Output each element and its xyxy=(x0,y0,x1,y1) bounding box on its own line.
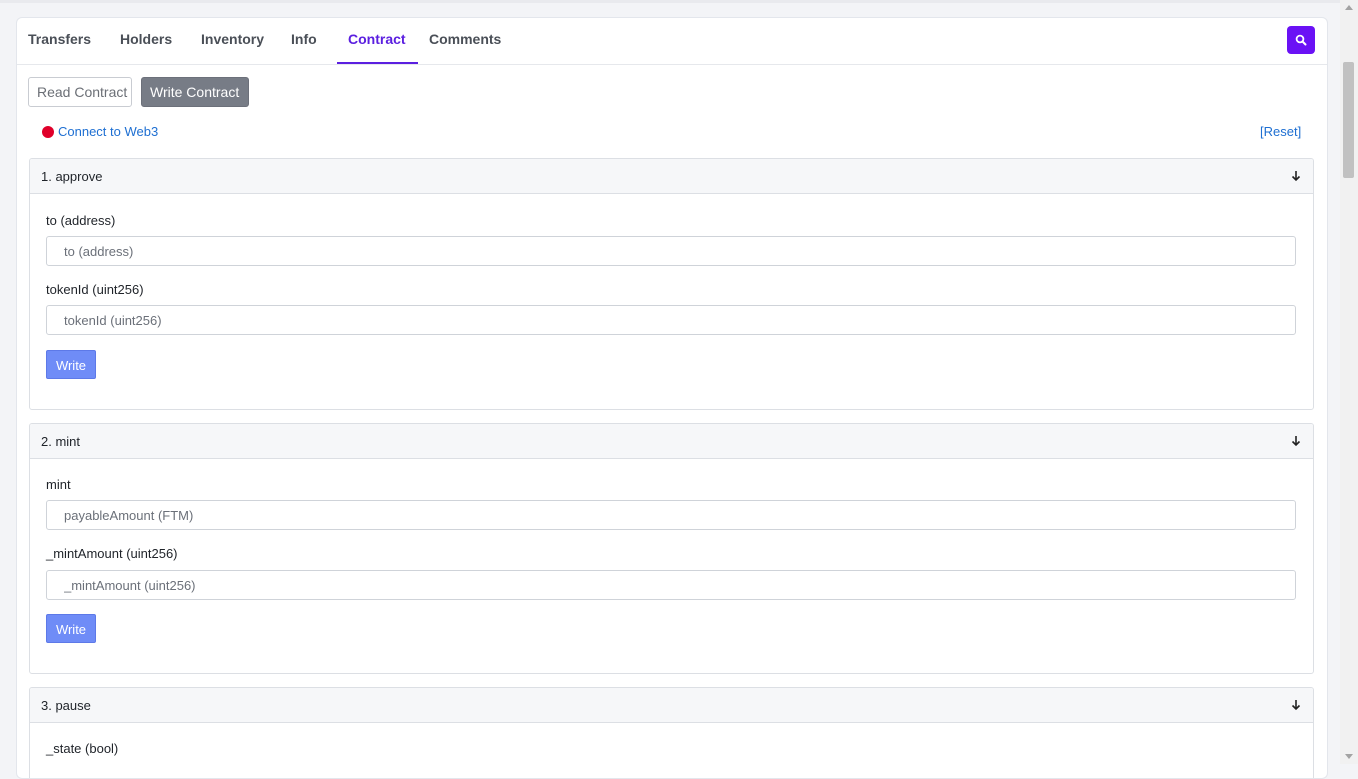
payable-amount-input[interactable] xyxy=(46,500,1296,530)
connect-web3-label: Connect to Web3 xyxy=(58,124,159,139)
tab-inventory[interactable]: Inventory xyxy=(201,18,264,64)
page-scrollbar[interactable] xyxy=(1340,0,1358,764)
top-strip xyxy=(0,0,1340,3)
section-title: 2. mint xyxy=(41,434,81,449)
write-button-mint[interactable]: Write xyxy=(46,614,96,643)
function-section-mint: 2. mint mint _mintAmount (uint256) Write xyxy=(29,423,1314,674)
arrow-down-icon xyxy=(1291,171,1301,182)
tab-info[interactable]: Info xyxy=(291,18,317,64)
tab-holders[interactable]: Holders xyxy=(120,18,172,64)
field-label-tokenid: tokenId (uint256) xyxy=(46,282,144,297)
search-button[interactable] xyxy=(1287,26,1315,54)
reset-link[interactable]: [Reset] xyxy=(1260,124,1301,139)
tab-transfers[interactable]: Transfers xyxy=(28,18,91,64)
field-label-mintamount: _mintAmount (uint256) xyxy=(46,546,178,561)
search-icon xyxy=(1295,34,1307,46)
function-section-approve: 1. approve to (address) tokenId (uint256… xyxy=(29,158,1314,410)
red-dot-icon xyxy=(42,125,54,138)
connect-web3-link[interactable]: Connect to Web3 xyxy=(42,124,158,139)
section-title: 3. pause xyxy=(41,698,91,713)
scroll-up-arrow-icon[interactable] xyxy=(1345,5,1353,10)
tab-contract[interactable]: Contract xyxy=(337,18,418,64)
arrow-down-icon xyxy=(1291,436,1301,447)
section-header-mint[interactable]: 2. mint xyxy=(30,424,1313,459)
contract-card: Transfers Holders Inventory Info Contrac… xyxy=(16,17,1328,779)
section-header-pause[interactable]: 3. pause xyxy=(30,688,1313,723)
tab-comments[interactable]: Comments xyxy=(429,18,501,64)
tab-bar: Transfers Holders Inventory Info Contrac… xyxy=(17,18,1327,65)
field-label-state: _state (bool) xyxy=(46,741,119,756)
field-label-mint: mint xyxy=(46,477,71,492)
scroll-down-arrow-icon[interactable] xyxy=(1345,754,1353,759)
scroll-thumb[interactable] xyxy=(1343,62,1354,178)
read-contract-button[interactable]: Read Contract xyxy=(28,77,132,107)
section-title: 1. approve xyxy=(41,169,103,184)
mint-amount-input[interactable] xyxy=(46,570,1296,600)
function-section-pause: 3. pause _state (bool) xyxy=(29,687,1314,778)
section-header-approve[interactable]: 1. approve xyxy=(30,159,1313,194)
write-button-approve[interactable]: Write xyxy=(46,350,96,379)
tokenid-input[interactable] xyxy=(46,305,1296,335)
write-contract-button[interactable]: Write Contract xyxy=(141,77,249,107)
arrow-down-icon xyxy=(1291,700,1301,711)
field-label-to: to (address) xyxy=(46,213,116,228)
to-address-input[interactable] xyxy=(46,236,1296,266)
